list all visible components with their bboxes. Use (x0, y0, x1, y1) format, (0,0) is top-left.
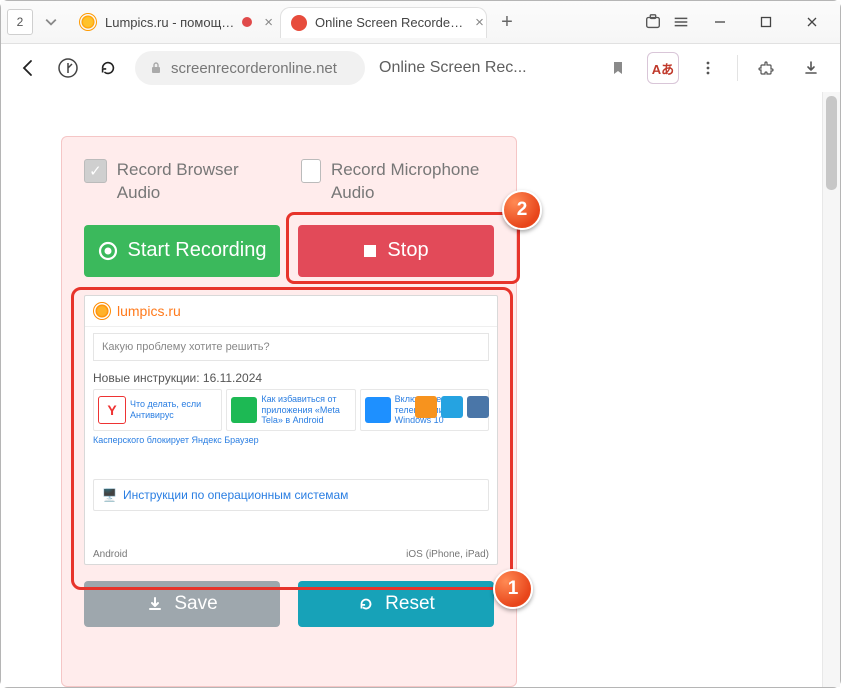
address-bar: screenrecorderonline.net Online Screen R… (1, 44, 840, 93)
reset-icon (357, 595, 375, 613)
lumpics-favicon-icon (79, 13, 97, 31)
download-icon (146, 595, 164, 613)
button-label: Start Recording (128, 239, 267, 262)
annotation-badge-2: 2 (502, 190, 542, 230)
reload-button[interactable] (95, 55, 121, 81)
checkbox-icon[interactable]: ✓ (84, 159, 107, 183)
lock-icon (149, 61, 163, 75)
recorder-panel: ✓ Record Browser Audio Record Microphone… (61, 136, 517, 687)
preview-card: Что делать, если Антивирус (93, 389, 222, 431)
maximize-button[interactable] (744, 7, 788, 37)
tab-recorder[interactable]: Online Screen Recorde… × (280, 7, 487, 38)
downloads-icon[interactable] (796, 53, 826, 83)
menu-lines-icon[interactable] (670, 11, 692, 33)
ok-icon (415, 396, 437, 418)
more-icon[interactable] (693, 53, 723, 83)
yandex-logo-icon (98, 396, 126, 424)
tab-counter[interactable]: 2 (7, 9, 33, 35)
new-tab-button[interactable]: + (493, 8, 521, 36)
window-controls (698, 7, 834, 37)
preview-footer-left: Android (93, 549, 127, 560)
checkbox-icon[interactable] (301, 159, 321, 183)
translate-icon[interactable]: Aあ (647, 52, 679, 84)
button-label: Save (174, 593, 217, 615)
tab-list-chevron-icon[interactable] (39, 10, 63, 34)
tab-label: Lumpics.ru - помощ… (105, 15, 234, 30)
preview-os-link: 🖥️ Инструкции по операционным системам (93, 479, 489, 511)
stop-icon (363, 244, 377, 258)
preview-card: Как избавиться от приложения «Meta Tela»… (226, 389, 355, 431)
option-label: Record Browser Audio (117, 159, 277, 205)
minimize-button[interactable] (698, 7, 742, 37)
start-recording-button[interactable]: Start Recording (84, 225, 280, 277)
option-label: Record Microphone Audio (331, 159, 494, 205)
extensions-icon[interactable] (752, 53, 782, 83)
windows-logo-icon (365, 397, 391, 423)
vk-icon (467, 396, 489, 418)
preview-social-icons (415, 396, 489, 418)
page-viewport: ✓ Record Browser Audio Record Microphone… (1, 92, 840, 687)
close-window-button[interactable] (790, 7, 834, 37)
url-box[interactable]: screenrecorderonline.net (135, 51, 365, 85)
record-icon (98, 241, 118, 261)
back-button[interactable] (15, 55, 41, 81)
os-icon: 🖥️ (102, 488, 117, 502)
title-bar: 2 Lumpics.ru - помощ… × Online Screen Re… (1, 1, 840, 44)
preview-card-extra: Касперского блокирует Яндекс Браузер (85, 431, 497, 449)
option-mic-audio[interactable]: Record Microphone Audio (301, 159, 494, 205)
tab-label: Online Screen Recorde… (315, 15, 463, 30)
close-icon[interactable]: × (264, 14, 273, 31)
preview-section-title: Новые инструкции: 16.11.2024 (85, 367, 497, 389)
lumpics-logo-icon (93, 302, 111, 320)
stop-recording-button[interactable]: Stop (298, 225, 494, 277)
scrollbar-thumb[interactable] (826, 96, 837, 190)
recording-preview[interactable]: lumpics.ru Какую проблему хотите решить?… (84, 295, 498, 565)
tab-lumpics[interactable]: Lumpics.ru - помощ… × (69, 7, 274, 37)
reset-button[interactable]: Reset (298, 581, 494, 627)
screenshot-icon[interactable] (642, 11, 664, 33)
bookmark-icon[interactable] (603, 53, 633, 83)
preview-site-title: lumpics.ru (117, 303, 181, 319)
recording-indicator-icon (242, 17, 252, 27)
android-logo-icon (231, 397, 257, 423)
button-label: Stop (387, 239, 428, 262)
button-label: Reset (385, 593, 435, 615)
close-icon[interactable]: × (475, 14, 484, 31)
annotation-badge-1: 1 (493, 569, 533, 609)
recorder-favicon-icon (291, 15, 307, 31)
option-browser-audio[interactable]: ✓ Record Browser Audio (84, 159, 277, 205)
preview-footer-right: iOS (iPhone, iPad) (406, 549, 489, 560)
url-domain: screenrecorderonline.net (171, 60, 337, 77)
yandex-icon[interactable] (55, 55, 81, 81)
page-title-label: Online Screen Rec... (379, 59, 589, 77)
vertical-scrollbar[interactable] (822, 92, 840, 687)
save-button[interactable]: Save (84, 581, 280, 627)
preview-search-box: Какую проблему хотите решить? (93, 333, 489, 361)
telegram-icon (441, 396, 463, 418)
